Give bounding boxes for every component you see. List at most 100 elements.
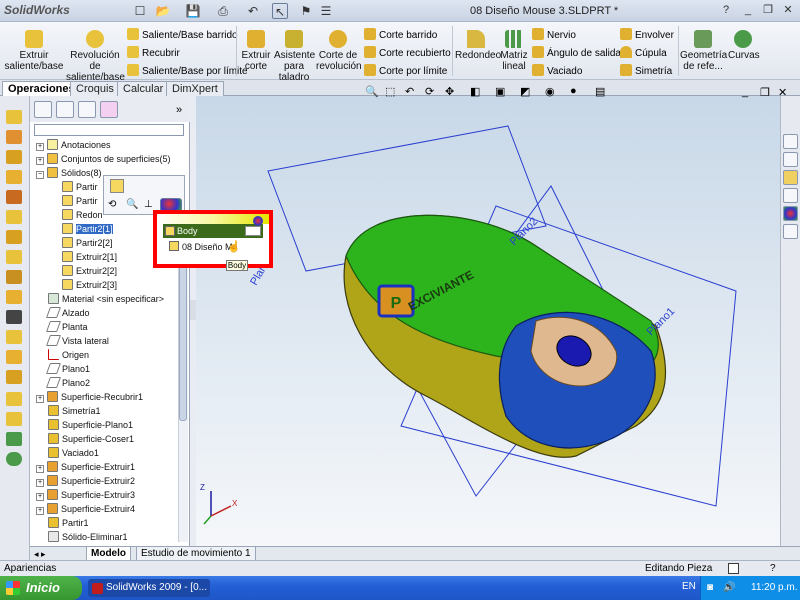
nervio-button[interactable]: Nervio bbox=[532, 28, 576, 42]
tree-item-partir1[interactable]: Partir1 bbox=[48, 516, 89, 530]
draft-icon[interactable] bbox=[6, 370, 22, 384]
cut-icon[interactable] bbox=[6, 130, 22, 144]
geometria-referencia-button[interactable]: Geometría de refe... bbox=[680, 30, 727, 72]
corte-revolucion-button[interactable]: Corte de revolución bbox=[316, 30, 362, 72]
tree-item-extruir2-3[interactable]: Extruir2[3] bbox=[62, 278, 117, 292]
part-list-item[interactable]: 08 Diseño M bbox=[169, 241, 233, 252]
asistente-taladro-button[interactable]: Asistente para taladro bbox=[274, 30, 315, 83]
section-view-icon[interactable]: ◧ bbox=[470, 85, 480, 98]
scene-icon[interactable]: ▤ bbox=[595, 85, 605, 98]
curvas-button[interactable]: Curvas bbox=[728, 30, 760, 61]
tree-item-alzado[interactable]: Alzado bbox=[45, 306, 90, 320]
tab-scroll-arrows[interactable]: ◂ ▸ bbox=[34, 549, 46, 560]
tree-item-conjuntos[interactable]: + Conjuntos de superficies(5) bbox=[36, 152, 171, 166]
tab-dimxpert[interactable]: DimXpert bbox=[166, 81, 224, 96]
appearance-icon[interactable]: ● bbox=[570, 85, 577, 97]
home-icon[interactable] bbox=[783, 134, 798, 149]
envolver-button[interactable]: Envolver bbox=[620, 28, 674, 42]
revolucion-saliente-button[interactable]: Revolución de saliente/base bbox=[66, 30, 125, 83]
collapse-icon[interactable]: − bbox=[36, 171, 44, 179]
tree-item-simetria1[interactable]: Simetría1 bbox=[48, 404, 101, 418]
redondeo-button[interactable]: Redondeo bbox=[455, 30, 501, 61]
tree-item-planta[interactable]: Planta bbox=[45, 320, 88, 334]
saliente-barrido-button[interactable]: Saliente/Base barrido bbox=[127, 28, 238, 42]
undo-icon[interactable]: ↶ bbox=[245, 3, 261, 19]
curves-icon[interactable] bbox=[6, 452, 22, 466]
expand-icon[interactable]: + bbox=[36, 493, 44, 501]
print-icon[interactable]: ⎙ bbox=[215, 3, 231, 19]
feature-manager-tab-icon[interactable] bbox=[34, 101, 52, 118]
tree-item-sup-extruir1[interactable]: + Superficie-Extruir1 bbox=[36, 460, 135, 474]
tree-item-material[interactable]: Material <sin especificar> bbox=[48, 292, 164, 306]
chamfer-icon[interactable] bbox=[6, 230, 22, 244]
sweep-icon[interactable] bbox=[6, 170, 22, 184]
tree-item-vaciado1[interactable]: Vaciado1 bbox=[48, 446, 99, 460]
dimxpert-manager-tab-icon[interactable] bbox=[100, 101, 118, 118]
previous-view-icon[interactable]: ↶ bbox=[405, 85, 414, 98]
property-manager-tab-icon[interactable] bbox=[56, 101, 74, 118]
volume-icon[interactable]: 🔊 bbox=[723, 576, 735, 600]
reference-geometry-icon[interactable] bbox=[6, 432, 22, 446]
traffic-light-icon[interactable]: ⚑ bbox=[298, 3, 314, 19]
fillet-icon[interactable] bbox=[6, 210, 22, 224]
tree-item-sup-extruir4[interactable]: + Superficie-Extruir4 bbox=[36, 502, 135, 516]
custom-properties-icon[interactable] bbox=[783, 224, 798, 239]
vaciado-button[interactable]: Vaciado bbox=[532, 64, 582, 78]
corte-limite-button[interactable]: Corte por límite bbox=[364, 64, 447, 78]
tree-item-solidos[interactable]: − Sólidos(8) bbox=[36, 166, 102, 180]
tree-item-plano1[interactable]: Plano1 bbox=[45, 362, 90, 376]
tab-operaciones[interactable]: Operaciones bbox=[2, 81, 81, 96]
intersect-icon[interactable] bbox=[6, 412, 22, 426]
zoom-to-fit-icon[interactable]: 🔍 bbox=[365, 85, 379, 98]
language-indicator[interactable]: EN bbox=[682, 581, 696, 592]
pan-icon[interactable]: ✥ bbox=[445, 85, 454, 98]
body-color-swatch[interactable] bbox=[245, 226, 261, 236]
appearance-icon[interactable] bbox=[253, 216, 263, 226]
rebuild-status-icon[interactable] bbox=[728, 563, 739, 574]
tree-item-sup-extruir2[interactable]: + Superficie-Extruir2 bbox=[36, 474, 135, 488]
tree-item-sup-recubrir1[interactable]: + Superficie-Recubrir1 bbox=[36, 390, 143, 404]
minimize-button[interactable]: _ bbox=[740, 3, 756, 17]
tree-item-partir2-1[interactable]: Partir2[1] bbox=[62, 222, 113, 236]
clock[interactable]: 11:20 p.m. bbox=[751, 576, 798, 600]
cupula-button[interactable]: Cúpula bbox=[620, 46, 667, 60]
tree-item-redon[interactable]: Redon bbox=[62, 208, 103, 222]
graphics-area[interactable]: P EXCIVIANTE Plano3 Plano2 Plano1 Z X bbox=[196, 96, 780, 546]
shell-icon[interactable] bbox=[6, 250, 22, 264]
dome-icon[interactable] bbox=[6, 330, 22, 344]
tree-item-partir2-2[interactable]: Partir2[2] bbox=[62, 236, 113, 250]
body-props-icon[interactable] bbox=[110, 179, 124, 193]
tab-calcular[interactable]: Calcular bbox=[117, 81, 170, 96]
extruir-saliente-button[interactable]: Extruir saliente/base bbox=[4, 30, 64, 72]
design-library-icon[interactable] bbox=[783, 152, 798, 167]
tree-item-anotaciones[interactable]: + Anotaciones bbox=[36, 138, 111, 152]
split-icon[interactable] bbox=[6, 392, 22, 406]
expand-icon[interactable]: + bbox=[36, 157, 44, 165]
save-icon[interactable]: 💾 bbox=[185, 3, 201, 19]
select-pointer-icon[interactable]: ↖ bbox=[272, 3, 288, 19]
recubrir-button[interactable]: Recubrir bbox=[127, 46, 180, 60]
tree-item-plano2[interactable]: Plano2 bbox=[45, 376, 90, 390]
taskbar-solidworks-task[interactable]: SolidWorks 2009 - [0... bbox=[88, 579, 210, 597]
revolve-icon[interactable] bbox=[6, 150, 22, 164]
appearances-icon[interactable] bbox=[783, 206, 798, 221]
tree-item-sup-extruir3[interactable]: + Superficie-Extruir3 bbox=[36, 488, 135, 502]
tree-item-partir[interactable]: Partir bbox=[62, 180, 98, 194]
expand-icon[interactable]: + bbox=[36, 395, 44, 403]
new-document-icon[interactable]: ☐ bbox=[132, 3, 148, 19]
boss-icon[interactable] bbox=[6, 110, 22, 124]
help-icon[interactable]: ? bbox=[718, 3, 734, 17]
configuration-manager-tab-icon[interactable] bbox=[78, 101, 96, 118]
normal-to-icon[interactable]: ⊥ bbox=[144, 199, 153, 210]
tree-scrollbar-thumb[interactable] bbox=[179, 261, 187, 421]
tab-estudio-movimiento[interactable]: Estudio de movimiento 1 bbox=[136, 547, 256, 561]
zoom-icon[interactable]: 🔍 bbox=[126, 199, 138, 210]
mirror-icon[interactable] bbox=[6, 290, 22, 304]
open-folder-icon[interactable]: 📂 bbox=[155, 3, 171, 19]
options-icon[interactable]: ☰ bbox=[318, 3, 334, 19]
zoom-area-icon[interactable]: ⬚ bbox=[385, 85, 395, 98]
panel-expand-icon[interactable]: » bbox=[176, 104, 182, 116]
view-orientation-icon[interactable]: ▣ bbox=[495, 85, 505, 98]
hole-icon[interactable] bbox=[6, 310, 22, 324]
tree-item-extruir2-1[interactable]: Extruir2[1] bbox=[62, 250, 117, 264]
